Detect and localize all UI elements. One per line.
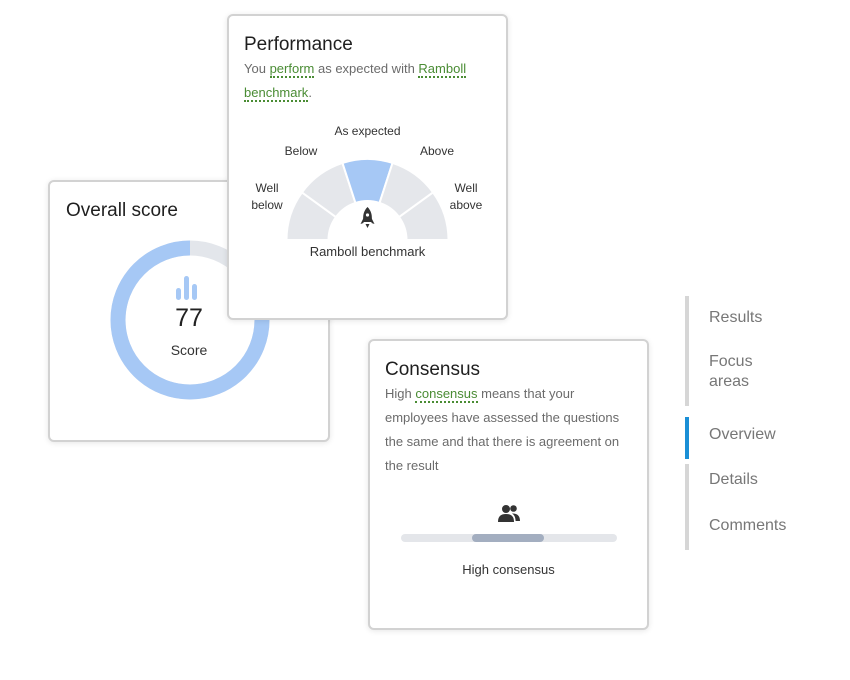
benchmark-label: Ramboll benchmark — [309, 244, 426, 259]
bar-chart-icon — [176, 276, 197, 300]
nav-item-overview[interactable]: Overview — [685, 417, 835, 459]
gauge-label-above: Above — [420, 144, 454, 158]
performance-title: Performance — [244, 34, 353, 55]
consensus-term[interactable]: consensus — [415, 386, 478, 403]
performance-card: Performance You perform as expected with… — [227, 14, 508, 320]
nav-item-details[interactable]: Details — [685, 464, 835, 508]
gauge-label-well-above: Well above — [450, 181, 483, 212]
consensus-description: High consensus means that your employees… — [385, 386, 620, 473]
performance-description: You perform as expected with Ramboll ben… — [244, 61, 467, 102]
nav-item-results[interactable]: Results — [685, 296, 835, 342]
consensus-card: Consensus High consensus means that your… — [368, 339, 649, 630]
consensus-bar-fill — [472, 534, 544, 542]
perform-term[interactable]: perform — [269, 61, 315, 78]
nav-item-comments[interactable]: Comments — [685, 508, 835, 550]
gauge-label-as-expected: As expected — [334, 124, 400, 138]
performance-gauge: Well below Below As expected Above Well ab… — [251, 124, 483, 240]
gauge-label-below: Below — [285, 144, 318, 158]
section-nav: Results Focus areas Overview Details Com… — [685, 296, 835, 550]
rocket-icon — [360, 207, 375, 228]
gauge-label-well-below: Well below — [251, 181, 283, 212]
nav-item-focus-areas[interactable]: Focus areas — [685, 342, 779, 406]
overall-score-title: Overall score — [66, 200, 178, 221]
people-icon — [498, 505, 520, 522]
consensus-title: Consensus — [385, 359, 481, 380]
overall-score-label: Score — [170, 342, 208, 358]
consensus-bar-track — [401, 534, 617, 542]
consensus-level-label: High consensus — [462, 562, 555, 577]
